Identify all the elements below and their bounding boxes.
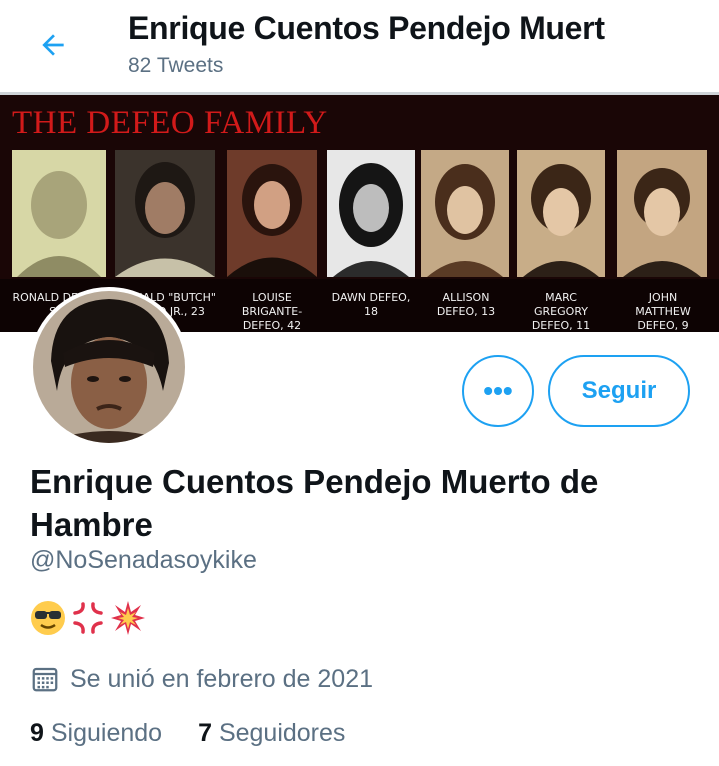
profile-handle: @NoSenadasoykike — [30, 546, 257, 574]
collision-icon — [111, 601, 145, 635]
banner-photo-5 — [421, 150, 509, 277]
follow-button[interactable]: Seguir — [548, 355, 690, 427]
banner-photo-6 — [517, 150, 605, 277]
banner-caption-6: MARC GREGORY DEFEO, 11 — [531, 291, 591, 332]
followers-label: Seguidores — [218, 719, 346, 747]
profile-name: Enrique Cuentos Pendejo Muerto de Hambre — [30, 463, 599, 543]
banner-photo-2 — [115, 150, 215, 277]
follow-stats: 9 Siguiendo 7 Seguidores — [30, 719, 345, 748]
top-bar: Enrique Cuentos Pendejo Muerto de Hambre… — [0, 0, 719, 92]
following-link[interactable]: 9 Siguiendo — [30, 719, 162, 748]
sunglasses-emoji-icon — [31, 601, 65, 635]
followers-count: 7 — [198, 719, 212, 747]
banner-photo-4 — [327, 150, 415, 277]
anger-symbol-icon — [73, 602, 103, 634]
profile-bio — [30, 600, 146, 636]
tweet-count: 82 Tweets — [128, 54, 224, 77]
joined-date: Se unió en febrero de 2021 — [30, 664, 373, 694]
banner-photo-1 — [12, 150, 106, 277]
banner-photo-3 — [227, 150, 317, 277]
more-options-button[interactable]: ••• — [462, 355, 534, 427]
page-title: Enrique Cuentos Pendejo Muerto de Hambre — [128, 10, 606, 46]
followers-link[interactable]: 7 Seguidores — [198, 719, 345, 748]
banner-caption-5: ALLISON DEFEO, 13 — [436, 291, 496, 318]
joined-text: Se unió en febrero de 2021 — [70, 664, 374, 693]
banner-caption-3: LOUISE BRIGANTE-DEFEO, 42 — [241, 291, 303, 332]
back-button[interactable] — [30, 22, 76, 68]
avatar[interactable] — [29, 287, 189, 447]
arrow-left-icon — [42, 34, 64, 56]
banner-title: THE DEFEO FAMILY — [12, 105, 328, 141]
calendar-icon — [32, 667, 58, 692]
banner-caption-4: DAWN DEFEO, 18 — [331, 291, 411, 318]
banner-caption-7: JOHN MATTHEW DEFEO, 9 — [635, 291, 691, 332]
following-label: Siguiendo — [50, 719, 163, 747]
banner-photo-7 — [617, 150, 707, 277]
following-count: 9 — [30, 719, 44, 747]
